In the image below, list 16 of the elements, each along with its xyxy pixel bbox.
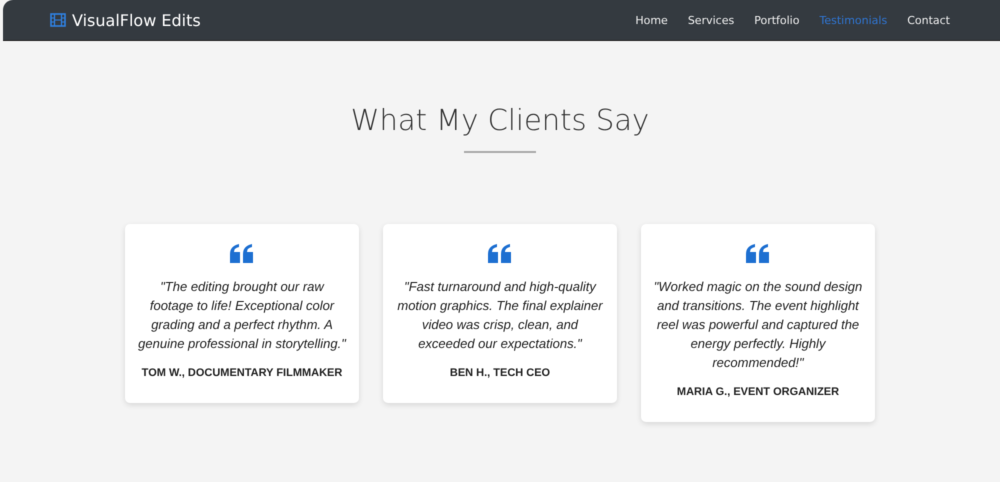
testimonial-author: MARIA G., EVENT ORGANIZER — [676, 386, 840, 398]
nav-link[interactable]: Home — [627, 10, 676, 30]
quote-icon — [488, 244, 512, 263]
quote-icon — [230, 244, 254, 263]
testimonial-quote: "Fast turnaround and high-quality motion graphics. The final explainer video was crisp, clean, and exceeded our expectations." — [396, 278, 604, 353]
testimonial-author: BEN H., TECH CEO — [450, 367, 550, 379]
testimonial-quote: "The editing brought our raw footage to life! Exceptional color grading and a perfect rhythm. A genuine professional in storytelling." — [137, 278, 347, 353]
quote-icon — [746, 244, 770, 263]
film-icon — [50, 13, 66, 27]
nav-link[interactable]: Contact — [899, 10, 958, 30]
testimonial-author: TOM W., DOCUMENTARY FILMMAKER — [142, 367, 342, 379]
nav-link[interactable]: Portfolio — [746, 10, 808, 30]
brand-name[interactable]: VisualFlow Edits — [72, 10, 201, 30]
section-title: What My Clients Say — [350, 103, 650, 137]
nav-link[interactable]: Services — [680, 10, 742, 30]
testimonial-quote: "Worked magic on the sound design and transitions. The event highlight reel was powerful and captured the energy perfectly. Highly recommended!" — [653, 278, 863, 372]
